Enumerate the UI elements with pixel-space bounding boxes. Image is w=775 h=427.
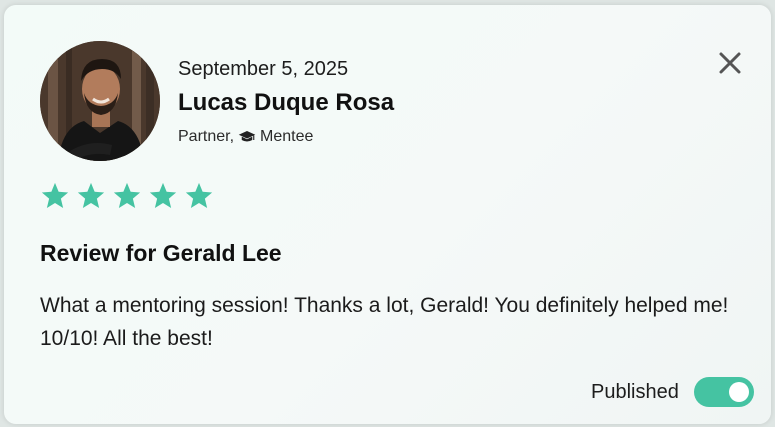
avatar-photo <box>40 41 160 161</box>
star-icon <box>41 182 69 208</box>
role-partner: Partner, <box>178 128 235 145</box>
review-title: Review for Gerald Lee <box>40 240 282 266</box>
star-icon <box>149 182 177 208</box>
rating-stars <box>40 181 214 211</box>
star-icon <box>185 182 213 208</box>
review-body: What a mentoring session! Thanks a lot, … <box>40 294 729 350</box>
role-mentee: Mentee <box>260 128 314 145</box>
avatar <box>40 41 160 161</box>
star-icon <box>113 182 141 208</box>
review-card: September 5, 2025 Lucas Duque Rosa Partn… <box>4 5 771 424</box>
close-icon[interactable] <box>716 49 744 77</box>
published-toggle[interactable] <box>694 377 754 407</box>
review-date: September 5, 2025 <box>178 58 349 80</box>
graduation-cap-icon <box>238 131 256 142</box>
star-icon <box>77 182 105 208</box>
status-label: Published <box>591 381 679 403</box>
author-roles: Partner, Mentee <box>178 128 313 146</box>
toggle-knob <box>729 382 749 402</box>
author-name: Lucas Duque Rosa <box>178 89 395 116</box>
